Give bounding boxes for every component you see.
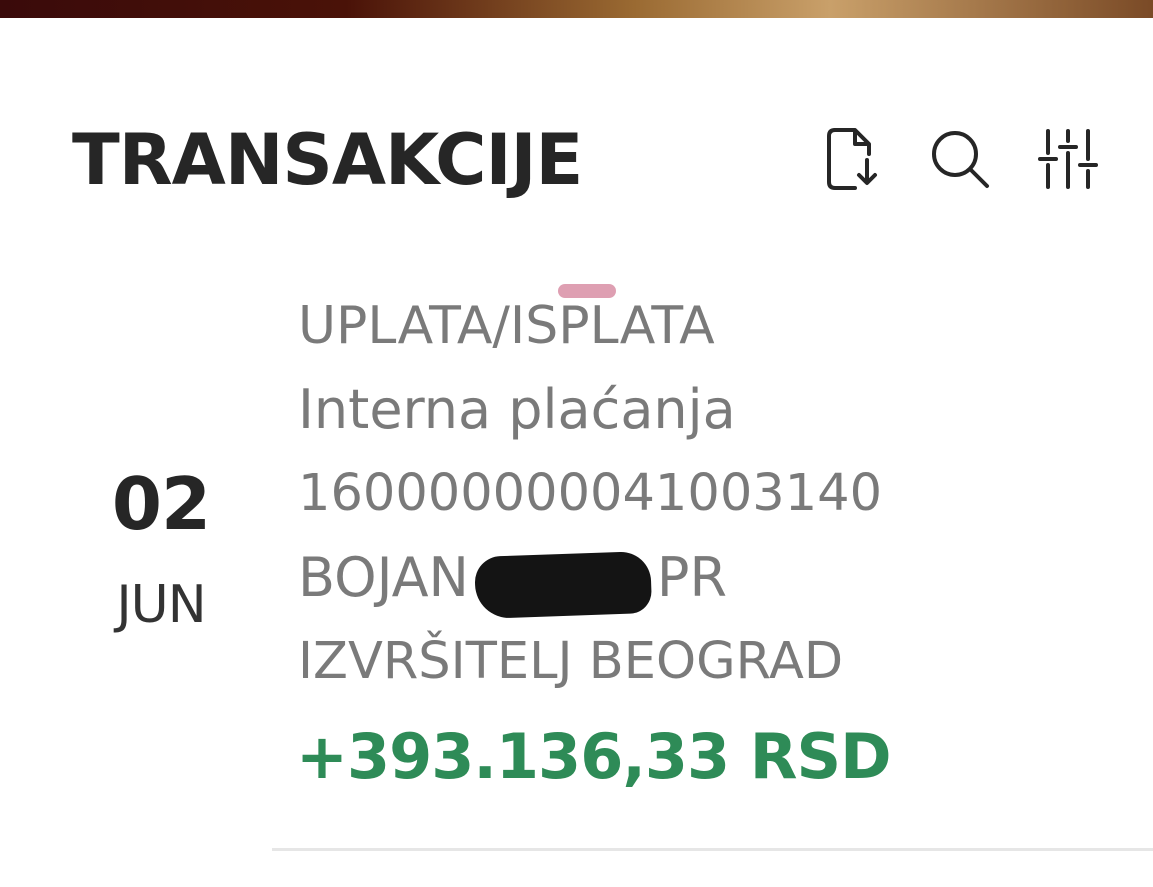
- transaction-amount: +393.136,33 RSD: [296, 720, 892, 793]
- list-divider: [272, 848, 1153, 851]
- search-icon: [932, 131, 989, 188]
- filter-button[interactable]: [1036, 126, 1100, 192]
- filter-sliders-icon: [1038, 129, 1098, 189]
- export-button[interactable]: [818, 126, 882, 192]
- transaction-account: 160000000041003140: [298, 464, 883, 523]
- party-suffix: PR: [656, 546, 728, 609]
- search-button[interactable]: [928, 126, 992, 192]
- transaction-party-line2: IZVRŠITELJ BEOGRAD: [298, 632, 844, 691]
- transaction-type: UPLATA/ISPLATA: [298, 296, 715, 356]
- transaction-party: BOJAN PR: [298, 545, 728, 620]
- transaction-day: 02: [111, 462, 211, 546]
- party-first-name: BOJAN: [298, 546, 469, 609]
- document-download-icon: [827, 128, 877, 190]
- transaction-category: Interna plaćanja: [298, 378, 736, 441]
- top-banner-strip: [0, 0, 1153, 18]
- redaction-mark: [474, 551, 653, 620]
- page-title: TRANSAKCIJE: [72, 119, 583, 201]
- transaction-month: JUN: [116, 575, 206, 635]
